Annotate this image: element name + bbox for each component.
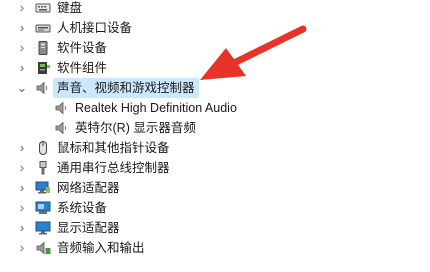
tree-item-software-devices[interactable]: › 软件设备 (0, 38, 430, 58)
chevron-right-icon[interactable]: › (15, 38, 29, 58)
chevron-right-icon[interactable]: › (15, 138, 29, 158)
chevron-right-icon[interactable]: › (15, 18, 29, 38)
tree-item-label: 软件组件 (57, 61, 108, 75)
tree-item-label: 鼠标和其他指针设备 (57, 141, 170, 155)
network-icon (35, 181, 51, 195)
chevron-right-icon[interactable]: › (15, 178, 29, 198)
tree-item-mice[interactable]: › 鼠标和其他指针设备 (0, 138, 430, 158)
tree-item-audio-io[interactable]: › 音频输入和输出 (0, 238, 430, 258)
tree-item-software-components[interactable]: › 软件组件 (0, 58, 430, 78)
tree-item-label: 软件设备 (57, 41, 108, 55)
tree-item-usb-controllers[interactable]: › 通用串行总线控制器 (0, 158, 430, 178)
chevron-right-icon[interactable]: › (15, 218, 29, 238)
chevron-right-icon[interactable]: › (15, 58, 29, 78)
tree-item-label: 显示适配器 (57, 221, 120, 235)
software-component-icon (35, 61, 51, 75)
tree-item-realtek-audio[interactable]: Realtek High Definition Audio (0, 98, 430, 118)
tree-item-hid[interactable]: › 人机接口设备 (0, 18, 430, 38)
chevron-right-icon[interactable]: › (15, 238, 29, 258)
hid-icon (35, 21, 51, 35)
device-tree: › 键盘 › 人机接口设备 › 软件设备 › 软件组件 ⌄ 声音、视频和游戏控制… (0, 0, 430, 258)
display-adapter-icon (35, 221, 51, 235)
chevron-right-icon[interactable]: › (15, 158, 29, 178)
mouse-icon (35, 141, 51, 155)
tree-item-label: 声音、视频和游戏控制器 (53, 78, 199, 98)
tree-item-display-adapters[interactable]: › 显示适配器 (0, 218, 430, 238)
tree-item-intel-display-audio[interactable]: 英特尔(R) 显示器音频 (0, 118, 430, 138)
tree-item-label: 通用串行总线控制器 (57, 161, 170, 175)
tree-item-network-adapters[interactable]: › 网络适配器 (0, 178, 430, 198)
software-device-icon (35, 41, 51, 55)
tree-item-label: 人机接口设备 (57, 21, 133, 35)
speaker-icon (54, 101, 70, 115)
tree-item-label: 网络适配器 (57, 181, 120, 195)
chevron-down-icon[interactable]: ⌄ (15, 78, 29, 98)
usb-icon (35, 161, 51, 175)
speaker-icon (54, 121, 70, 135)
tree-item-system-devices[interactable]: › 系统设备 (0, 198, 430, 218)
tree-item-label: 系统设备 (57, 201, 108, 215)
keyboard-icon (35, 1, 51, 15)
chevron-right-icon[interactable]: › (15, 198, 29, 218)
tree-item-label: 音频输入和输出 (57, 241, 145, 255)
speaker-icon (35, 81, 51, 95)
chevron-right-icon[interactable]: › (15, 0, 29, 18)
tree-item-sound-video-game[interactable]: ⌄ 声音、视频和游戏控制器 (0, 78, 430, 98)
tree-item-label: Realtek High Definition Audio (75, 101, 237, 115)
system-device-icon (35, 201, 51, 215)
tree-item-keyboard[interactable]: › 键盘 (0, 0, 430, 18)
tree-item-label: 键盘 (57, 1, 83, 15)
audio-io-icon (35, 241, 51, 255)
tree-item-label: 英特尔(R) 显示器音频 (75, 121, 196, 135)
